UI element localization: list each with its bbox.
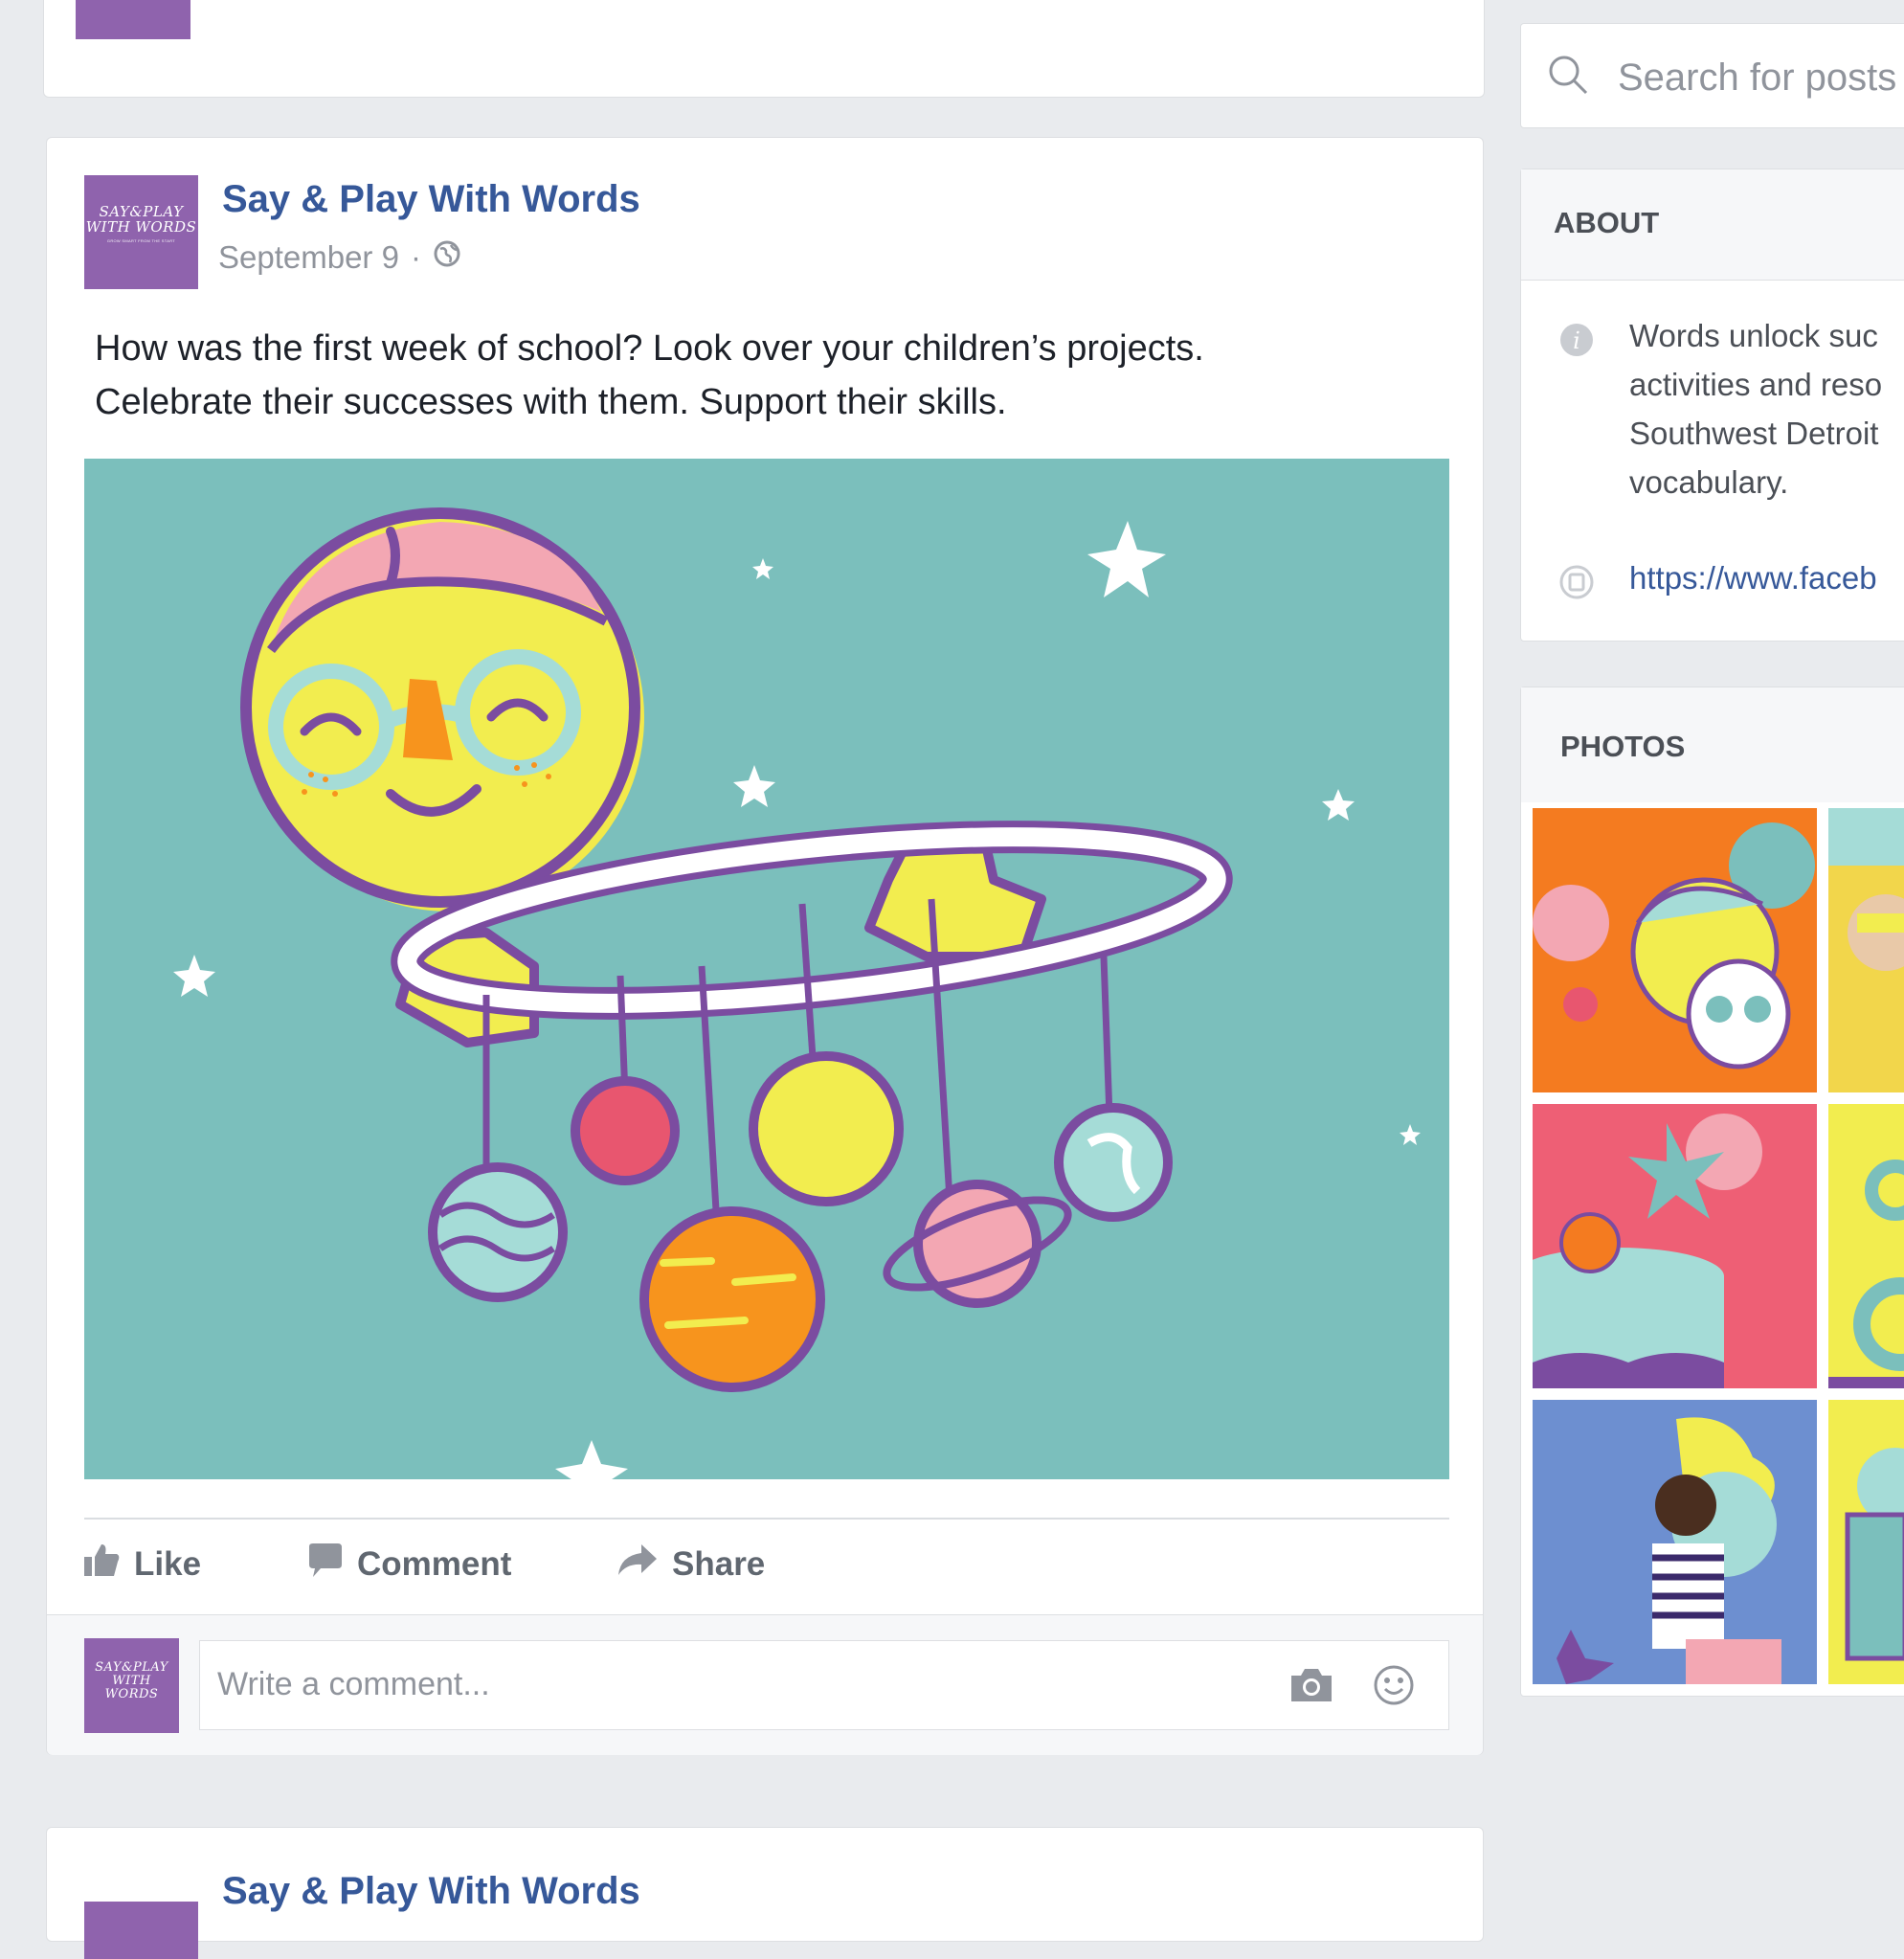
comment-icon [305, 1541, 344, 1587]
about-line-3: Southwest Detroit [1629, 416, 1879, 451]
post-card: SAY&PLAY WITH WORDS GROW SMART FROM THE … [46, 137, 1484, 1755]
search-placeholder: Search for posts [1618, 56, 1897, 99]
about-card: ABOUT i Words unlock suc activities and … [1520, 169, 1904, 642]
photo-thumb-3[interactable] [1533, 1104, 1817, 1388]
commenter-avatar[interactable]: SAY&PLAY WITH WORDS [84, 1638, 179, 1733]
page-avatar[interactable]: SAY&PLAY WITH WORDS GROW SMART FROM THE … [84, 175, 198, 289]
about-line-1: Words unlock suc [1629, 318, 1878, 353]
photos-heading: PHOTOS [1560, 730, 1686, 763]
post-text-line1: How was the first week of school? Look o… [95, 328, 1204, 369]
comment-label: Comment [357, 1544, 512, 1583]
post-image[interactable] [84, 459, 1449, 1479]
comment-input[interactable]: Write a comment... [199, 1640, 1449, 1730]
next-post-avatar[interactable] [84, 1902, 198, 1959]
commenter-avatar-line1: SAY&PLAY [95, 1660, 168, 1675]
photo-thumb-4[interactable] [1828, 1104, 1904, 1388]
like-button[interactable]: Like [82, 1541, 201, 1587]
emoji-icon[interactable] [1373, 1664, 1415, 1711]
previous-post-card [43, 0, 1485, 98]
photos-card: PHOTOS [1520, 687, 1904, 1697]
camera-icon[interactable] [1288, 1666, 1335, 1709]
post-text: How was the first week of school? Look o… [95, 322, 1204, 429]
avatar-logo-line2: WITH WORDS [85, 218, 197, 236]
photo-thumb-2[interactable] [1828, 808, 1904, 1092]
meta-separator: · [410, 239, 421, 275]
photo-thumb-5[interactable] [1533, 1400, 1817, 1684]
about-line-2: activities and reso [1629, 367, 1883, 402]
moon-mobile-illustration [173, 507, 1421, 1479]
photo-thumb-6[interactable] [1828, 1400, 1904, 1684]
about-line-4: vocabulary. [1629, 464, 1789, 500]
about-heading: ABOUT [1554, 206, 1660, 239]
like-label: Like [134, 1544, 202, 1583]
page-name-link[interactable]: Say & Play With Words [222, 178, 640, 221]
next-post-page-name[interactable]: Say & Play With Words [222, 1870, 640, 1913]
post-meta: September 9 · [218, 239, 461, 276]
avatar-logo-line1: SAY&PLAY [99, 203, 184, 220]
about-description: Words unlock suc activities and reso Sou… [1629, 311, 1882, 507]
link-icon [1559, 565, 1594, 604]
share-icon [615, 1541, 659, 1587]
share-button[interactable]: Share [615, 1541, 765, 1587]
photo-thumb-1[interactable] [1533, 808, 1817, 1092]
info-icon: i [1559, 323, 1594, 362]
actions-divider [84, 1518, 1449, 1520]
comment-composer: SAY&PLAY WITH WORDS Write a comment... [47, 1614, 1483, 1755]
like-icon [82, 1541, 121, 1587]
avatar-tagline: GROW SMART FROM THE START [106, 238, 176, 243]
comment-placeholder: Write a comment... [217, 1666, 490, 1702]
post-date[interactable]: September 9 [218, 239, 399, 276]
commenter-avatar-line2: WITH WORDS [104, 1674, 159, 1701]
share-label: Share [672, 1544, 766, 1583]
search-icon [1548, 55, 1590, 101]
about-link[interactable]: https://www.faceb [1629, 560, 1877, 597]
previous-post-avatar[interactable] [76, 0, 190, 39]
comment-button[interactable]: Comment [305, 1541, 511, 1587]
search-box[interactable]: Search for posts [1520, 23, 1904, 128]
globe-icon [433, 239, 461, 276]
next-post-card: Say & Play With Words [46, 1827, 1484, 1959]
post-text-line2: Celebrate their successes with them. Sup… [95, 382, 1007, 422]
svg-text:i: i [1573, 327, 1580, 354]
